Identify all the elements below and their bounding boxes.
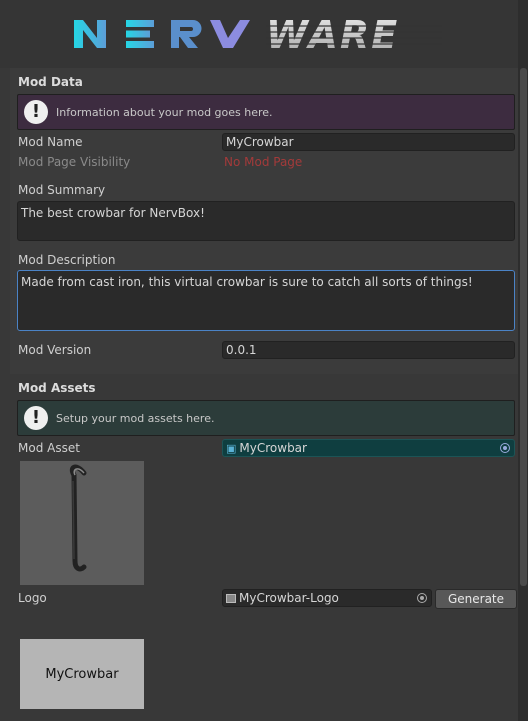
mod-assets-info-box: ! Setup your mod assets here. — [17, 400, 515, 436]
info-icon: ! — [24, 406, 48, 430]
logo-field-value: MyCrowbar-Logo — [239, 591, 339, 605]
mod-version-field[interactable]: 0.0.1 — [222, 341, 515, 359]
mod-summary-field[interactable]: The best crowbar for NervBox! — [17, 201, 515, 241]
mod-description-field[interactable]: Made from cast iron, this virtual crowba… — [17, 270, 515, 331]
logo-preview: MyCrowbar — [20, 639, 144, 709]
crowbar-preview — [20, 461, 144, 585]
mod-asset-value: MyCrowbar — [239, 441, 307, 455]
cube-icon: ▣ — [226, 441, 237, 455]
svg-text:WARE: WARE — [266, 14, 399, 54]
mod-asset-label: Mod Asset — [18, 441, 80, 455]
texture-icon — [226, 593, 236, 603]
logo-preview-text: MyCrowbar — [45, 666, 119, 682]
mod-version-label: Mod Version — [18, 343, 92, 357]
mod-data-info-box: ! Information about your mod goes here. — [17, 94, 515, 130]
mod-page-visibility-label: Mod Page Visibility — [18, 155, 131, 169]
logo-field[interactable]: MyCrowbar-Logo — [222, 589, 432, 607]
nervware-logo: WARE — [74, 14, 442, 54]
mod-data-info-text: Information about your mod goes here. — [56, 105, 273, 119]
mod-page-visibility-value: No Mod Page — [224, 155, 303, 169]
mod-assets-info-text: Setup your mod assets here. — [56, 411, 215, 425]
scrollbar-thumb[interactable] — [520, 68, 527, 586]
generate-button[interactable]: Generate — [435, 589, 517, 609]
logo-label: Logo — [18, 591, 47, 605]
mod-summary-label: Mod Summary — [18, 183, 106, 197]
info-icon: ! — [24, 100, 48, 124]
mod-asset-field[interactable]: ▣ MyCrowbar — [222, 439, 515, 457]
header: WARE — [0, 0, 528, 68]
mod-description-label: Mod Description — [18, 253, 116, 267]
mod-data-title: Mod Data — [18, 75, 83, 89]
mod-assets-title: Mod Assets — [18, 381, 96, 395]
mod-name-label: Mod Name — [18, 135, 83, 149]
mod-name-field[interactable]: MyCrowbar — [222, 133, 515, 151]
object-picker-icon[interactable] — [417, 593, 427, 603]
object-picker-icon[interactable] — [500, 443, 510, 453]
